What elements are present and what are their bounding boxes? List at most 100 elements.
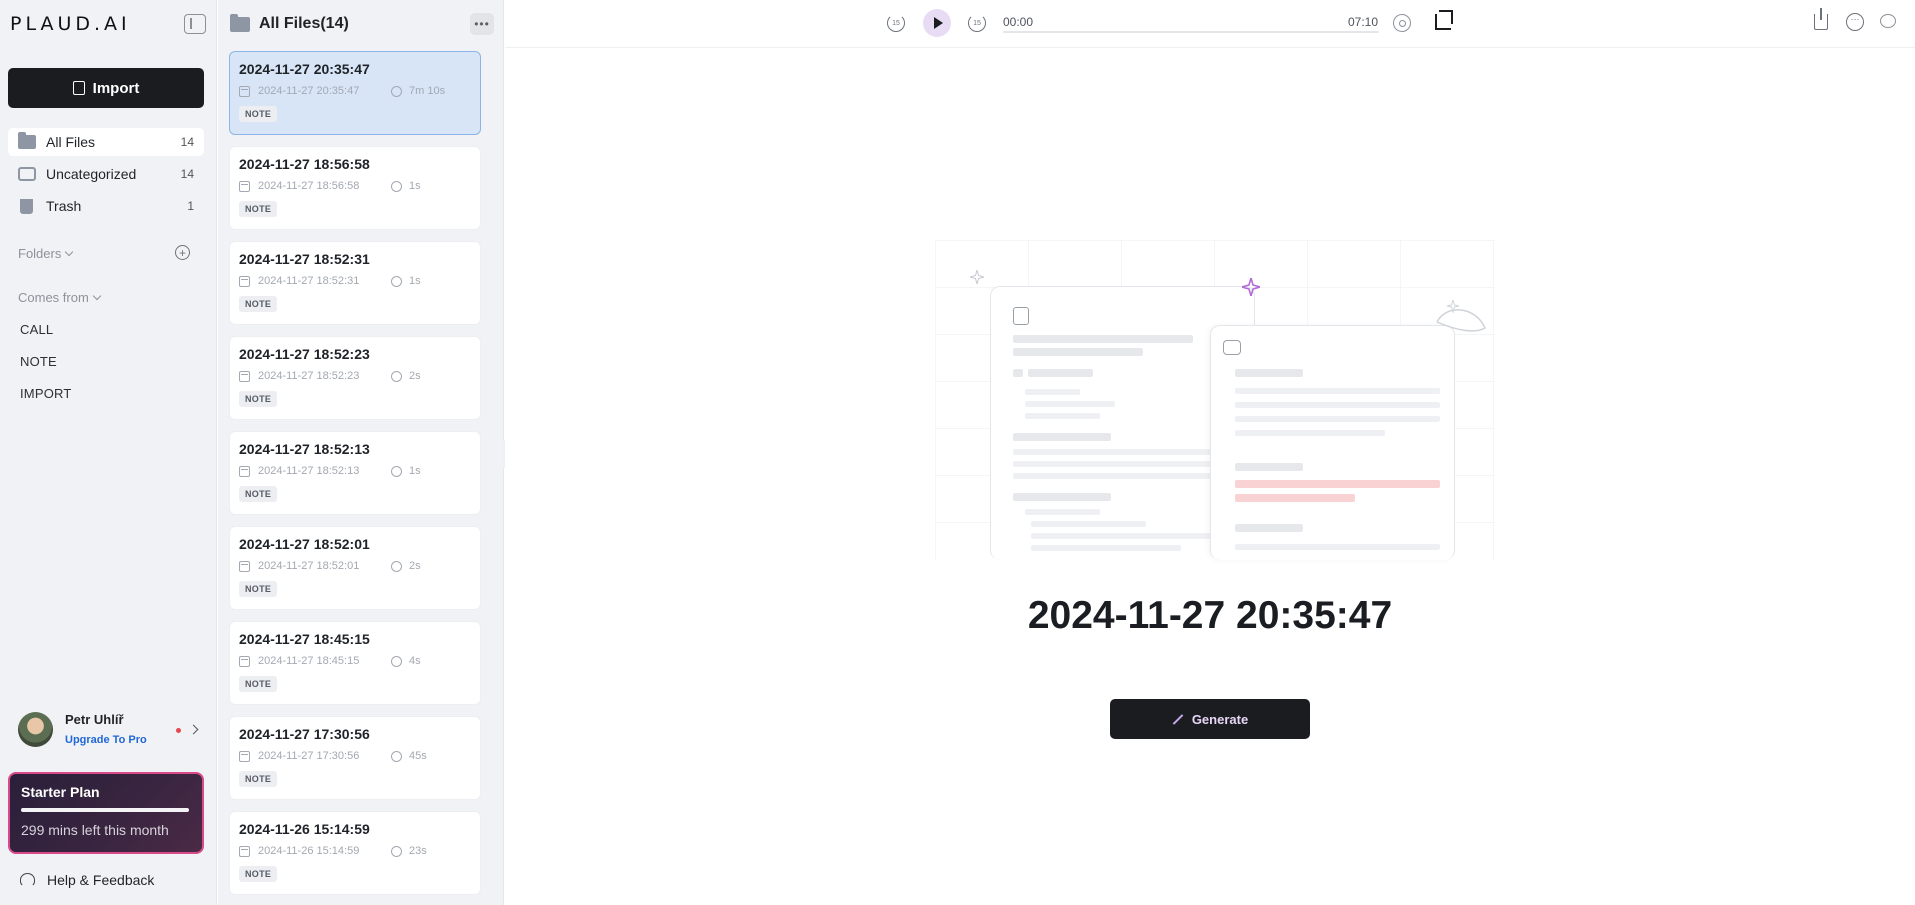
calendar-icon <box>239 275 250 287</box>
clock-icon <box>391 180 402 192</box>
file-card-title: 2024-11-27 18:52:31 <box>239 251 370 267</box>
player-toolbar: 15 15 00:00 07:10 ··· <box>505 0 1915 48</box>
clock-icon <box>391 275 402 287</box>
more-options-icon[interactable]: ••• <box>470 13 494 35</box>
sidebar-collapse-icon[interactable] <box>184 14 206 34</box>
folders-label: Folders <box>18 246 62 261</box>
skip-back-icon[interactable]: 15 <box>887 14 905 32</box>
plan-subtitle: 299 mins left this month <box>21 822 169 838</box>
user-profile[interactable]: Petr Uhlíř Upgrade To Pro <box>18 712 204 750</box>
skip-forward-icon[interactable]: 15 <box>968 14 986 32</box>
avatar <box>18 712 53 747</box>
headset-icon <box>20 873 35 887</box>
file-card-tag: NOTE <box>239 201 278 217</box>
source-item-note[interactable]: NOTE <box>20 354 57 369</box>
sidebar: PLAUD.AI Import All Files 14 Uncategoriz… <box>0 0 217 905</box>
share-icon[interactable] <box>1814 8 1828 30</box>
file-card-title: 2024-11-26 15:14:59 <box>239 821 370 837</box>
file-card-date: 2024-11-27 20:35:47 <box>258 85 360 97</box>
file-card-date: 2024-11-27 18:52:13 <box>258 465 360 477</box>
file-card-title: 2024-11-27 18:56:58 <box>239 156 370 172</box>
file-card[interactable]: 2024-11-27 18:52:31 2024-11-27 18:52:31 … <box>229 241 481 325</box>
file-card-duration: 23s <box>409 845 427 857</box>
file-card-meta: 2024-11-27 18:56:58 1s <box>239 180 471 192</box>
folders-section-toggle[interactable]: Folders <box>18 246 74 261</box>
app-logo[interactable]: PLAUD.AI <box>10 13 131 35</box>
file-card-tag: NOTE <box>239 486 278 502</box>
file-card-date: 2024-11-26 15:14:59 <box>258 845 360 857</box>
file-card-duration: 45s <box>409 750 427 762</box>
file-card-duration: 2s <box>409 560 421 572</box>
trash-icon <box>20 198 33 214</box>
file-card[interactable]: 2024-11-27 18:45:15 2024-11-27 18:45:15 … <box>229 621 481 705</box>
total-time: 07:10 <box>1348 15 1379 29</box>
notification-dot <box>176 728 181 733</box>
file-card-tag: NOTE <box>239 771 278 787</box>
calendar-icon <box>239 750 250 762</box>
clock-icon <box>391 560 402 572</box>
recording-title: 2024-11-27 20:35:47 <box>1027 594 1393 637</box>
sidebar-item-count: 14 <box>180 167 194 181</box>
sidebar-item-trash[interactable]: Trash 1 <box>8 192 204 220</box>
comes-from-label: Comes from <box>18 290 89 305</box>
import-button[interactable]: Import <box>8 68 204 108</box>
folder-icon <box>230 13 250 32</box>
chat-icon[interactable] <box>1880 14 1896 28</box>
upgrade-link[interactable]: Upgrade To Pro <box>65 734 147 746</box>
file-card-tag: NOTE <box>239 581 278 597</box>
file-card[interactable]: 2024-11-27 18:52:01 2024-11-27 18:52:01 … <box>229 526 481 610</box>
file-card-title: 2024-11-27 18:52:01 <box>239 536 370 552</box>
help-feedback-link[interactable]: Help & Feedback <box>20 872 154 888</box>
comes-from-section-toggle[interactable]: Comes from <box>18 290 102 305</box>
playback-speed-icon[interactable] <box>1393 14 1411 32</box>
source-item-call[interactable]: CALL <box>20 322 53 337</box>
file-card-title: 2024-11-27 18:52:13 <box>239 441 370 457</box>
file-card-meta: 2024-11-27 18:52:01 2s <box>239 560 471 572</box>
current-time: 00:00 <box>1003 15 1034 29</box>
trim-icon[interactable] <box>1435 10 1453 30</box>
file-card[interactable]: 2024-11-27 18:56:58 2024-11-27 18:56:58 … <box>229 146 481 230</box>
file-card-date: 2024-11-27 18:52:31 <box>258 275 360 287</box>
file-card[interactable]: 2024-11-27 18:52:13 2024-11-27 18:52:13 … <box>229 431 481 515</box>
file-list-title: All Files(14) <box>259 15 349 32</box>
file-card-title: 2024-11-27 20:35:47 <box>239 61 370 77</box>
folder-icon <box>18 132 36 149</box>
file-card-date: 2024-11-27 18:52:01 <box>258 560 360 572</box>
generate-button[interactable]: Generate <box>1110 699 1310 739</box>
plan-usage-bar <box>21 808 190 812</box>
main-panel: 15 15 00:00 07:10 ··· 2024-11-27 20:35:4… <box>505 0 1915 905</box>
file-card[interactable]: 2024-11-26 15:14:59 2024-11-26 15:14:59 … <box>229 811 481 895</box>
calendar-icon <box>239 180 250 192</box>
file-list-header: All Files(14) ••• <box>230 12 494 36</box>
add-folder-icon[interactable]: + <box>175 245 190 260</box>
file-card-meta: 2024-11-27 20:35:47 7m 10s <box>239 85 471 97</box>
file-card-date: 2024-11-27 17:30:56 <box>258 750 360 762</box>
sidebar-item-all-files[interactable]: All Files 14 <box>8 128 204 156</box>
sidebar-item-count: 14 <box>180 135 194 149</box>
clock-icon <box>391 750 402 762</box>
clock-icon <box>391 370 402 382</box>
file-card-duration: 4s <box>409 655 421 667</box>
sidebar-item-uncategorized[interactable]: Uncategorized 14 <box>8 160 204 188</box>
sidebar-item-label: Trash <box>46 198 82 214</box>
plan-title: Starter Plan <box>21 784 100 800</box>
more-options-icon[interactable]: ··· <box>1846 13 1864 31</box>
file-card[interactable]: 2024-11-27 20:35:47 2024-11-27 20:35:47 … <box>229 51 481 135</box>
comment-icon <box>1223 340 1241 355</box>
file-card-date: 2024-11-27 18:56:58 <box>258 180 360 192</box>
chevron-down-icon <box>92 291 102 300</box>
playback-progress-slider[interactable] <box>1003 31 1379 33</box>
file-card-tag: NOTE <box>239 296 278 312</box>
clock-icon <box>391 845 402 857</box>
file-card-duration: 1s <box>409 275 421 287</box>
file-card[interactable]: 2024-11-27 18:52:23 2024-11-27 18:52:23 … <box>229 336 481 420</box>
sidebar-item-count: 1 <box>187 199 194 213</box>
file-card-tag: NOTE <box>239 866 278 882</box>
file-card[interactable]: 2024-11-27 17:30:56 2024-11-27 17:30:56 … <box>229 716 481 800</box>
play-button[interactable] <box>923 9 951 37</box>
clock-icon <box>391 655 402 667</box>
source-item-import[interactable]: IMPORT <box>20 386 72 401</box>
import-file-icon <box>72 81 85 95</box>
clock-icon <box>391 465 402 477</box>
plan-card[interactable]: Starter Plan 299 mins left this month <box>8 772 204 854</box>
